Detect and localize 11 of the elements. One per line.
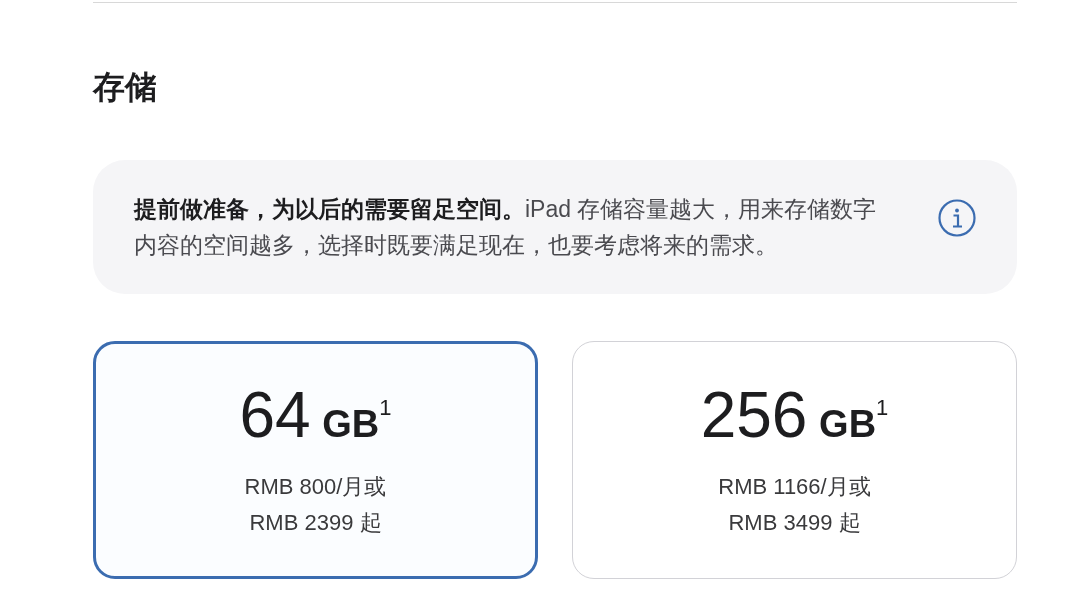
storage-option-card[interactable]: 64 GB$^{1}$ RMB 800/月或 RMB 2399 起 <box>93 341 538 579</box>
section-heading: 存储 <box>93 68 157 107</box>
price-text: RMB 800/月或 <box>244 473 387 501</box>
capacity-label: 256 GB$^{1}$ <box>700 379 889 453</box>
price-text: RMB 3499 起 <box>728 509 861 537</box>
info-icon[interactable] <box>938 199 976 237</box>
info-text: 提前做准备，为以后的需要留足空间。iPad 存储容量越大，用来存储数字内容的空间越多，选择时既要满足现在，也要考虑将来的需求。 <box>134 195 878 260</box>
price-text: RMB 1166/月或 <box>718 473 871 501</box>
storage-option-card[interactable]: 256 GB$^{1}$ RMB 1166/月或 RMB 3499 起 <box>572 341 1017 579</box>
capacity-label: 64 GB$^{1}$ <box>239 379 392 453</box>
price-text: RMB 2399 起 <box>249 509 382 537</box>
